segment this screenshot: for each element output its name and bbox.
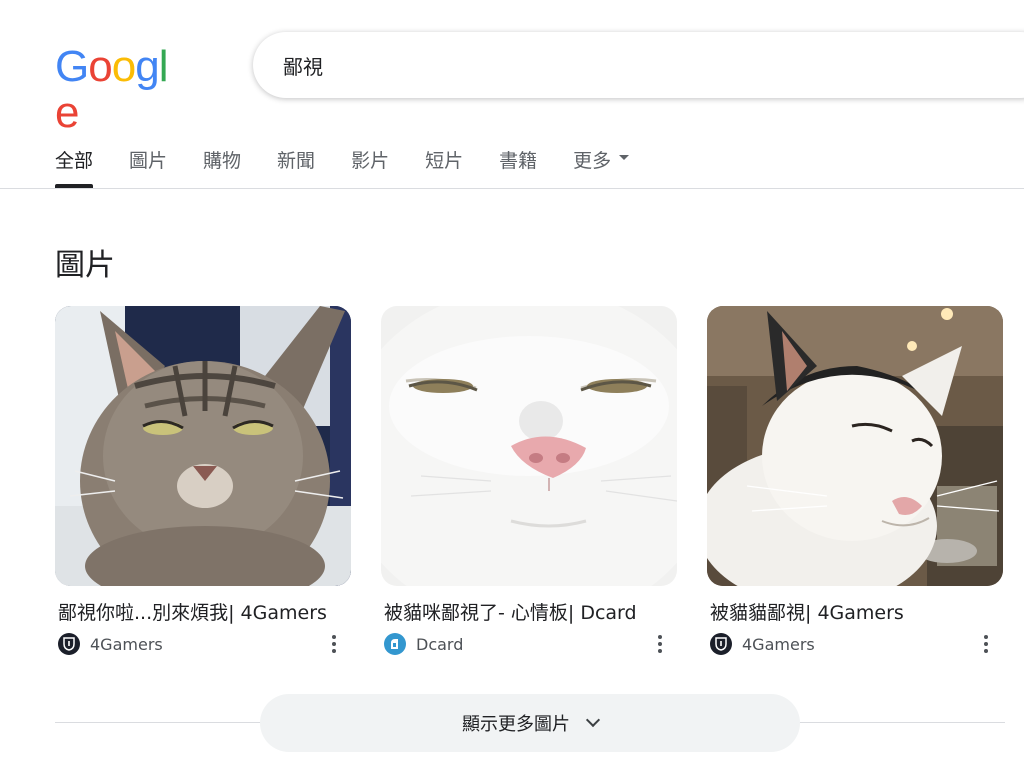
black-white-cat-image <box>707 306 1003 586</box>
4gamers-shield-icon <box>58 633 80 655</box>
white-cat-image <box>381 306 677 586</box>
image-result-title[interactable]: 鄙視你啦...別來煩我| 4Gamers <box>55 598 351 625</box>
image-result-card[interactable]: 鄙視你啦...別來煩我| 4Gamers 4Gamers <box>55 306 351 655</box>
logo-letter: G <box>55 42 89 91</box>
image-results: 鄙視你啦...別來煩我| 4Gamers 4Gamers 被貓咪鄙視了- 心情板… <box>55 306 1024 655</box>
tab-all[interactable]: 全部 <box>55 138 94 188</box>
search-results-page: Googl e 全部 圖片 購物 新聞 影片 短片 書籍 更多 圖片 <box>0 0 1024 781</box>
logo-letter: o <box>111 42 137 91</box>
search-tabs: 全部 圖片 購物 新聞 影片 短片 書籍 更多 <box>55 138 665 188</box>
image-result-card[interactable]: 被貓貓鄙視| 4Gamers 4Gamers <box>707 306 1003 655</box>
caret-down-icon <box>619 155 630 160</box>
tab-images[interactable]: 圖片 <box>129 138 167 188</box>
image-result-source: 4Gamers <box>707 633 1003 655</box>
image-result-source: 4Gamers <box>55 633 351 655</box>
more-options-icon[interactable] <box>977 634 995 654</box>
tab-label: 短片 <box>425 150 464 172</box>
chevron-down-icon <box>585 712 601 728</box>
logo-letter: e <box>55 88 80 137</box>
tab-more[interactable]: 更多 <box>573 138 630 188</box>
search-input[interactable] <box>283 53 883 77</box>
image-result-title[interactable]: 被貓咪鄙視了- 心情板| Dcard <box>381 598 677 625</box>
divider-line <box>795 722 1005 723</box>
source-name: 4Gamers <box>742 634 815 654</box>
image-result-card[interactable]: 被貓咪鄙視了- 心情板| Dcard Dcard <box>381 306 677 655</box>
4gamers-shield-icon <box>710 633 732 655</box>
tab-label: 新聞 <box>277 150 316 172</box>
tab-label: 全部 <box>55 150 94 172</box>
more-options-icon[interactable] <box>325 634 343 654</box>
tab-videos[interactable]: 影片 <box>351 138 389 188</box>
source-name: Dcard <box>416 634 464 654</box>
logo-letter: l <box>158 42 169 91</box>
tab-books[interactable]: 書籍 <box>499 138 537 188</box>
show-more-images-button[interactable]: 顯示更多圖片 <box>260 694 800 752</box>
source-name: 4Gamers <box>90 634 163 654</box>
show-more-label: 顯示更多圖片 <box>462 714 570 735</box>
divider-line <box>55 722 265 723</box>
search-bar[interactable] <box>253 32 1024 98</box>
tabby-cat-image <box>55 306 351 586</box>
logo-letter: g <box>135 42 160 91</box>
image-thumbnail[interactable] <box>55 306 351 586</box>
tab-label: 影片 <box>351 150 390 172</box>
image-thumbnail[interactable] <box>707 306 1003 586</box>
tab-label: 購物 <box>203 150 242 172</box>
tab-short-videos[interactable]: 短片 <box>425 138 463 188</box>
tab-news[interactable]: 新聞 <box>277 138 315 188</box>
google-logo[interactable]: Googl e <box>55 42 187 136</box>
more-options-icon[interactable] <box>651 634 669 654</box>
tab-shopping[interactable]: 購物 <box>203 138 241 188</box>
tab-label: 圖片 <box>129 150 168 172</box>
tabs-divider <box>0 188 1024 189</box>
logo-letter: o <box>88 42 113 91</box>
tab-label: 更多 <box>573 150 612 172</box>
tab-label: 書籍 <box>499 150 538 172</box>
image-result-title[interactable]: 被貓貓鄙視| 4Gamers <box>707 598 1003 625</box>
dcard-icon <box>384 633 406 655</box>
image-thumbnail[interactable] <box>381 306 677 586</box>
images-section-title: 圖片 <box>55 248 115 283</box>
image-result-source: Dcard <box>381 633 677 655</box>
